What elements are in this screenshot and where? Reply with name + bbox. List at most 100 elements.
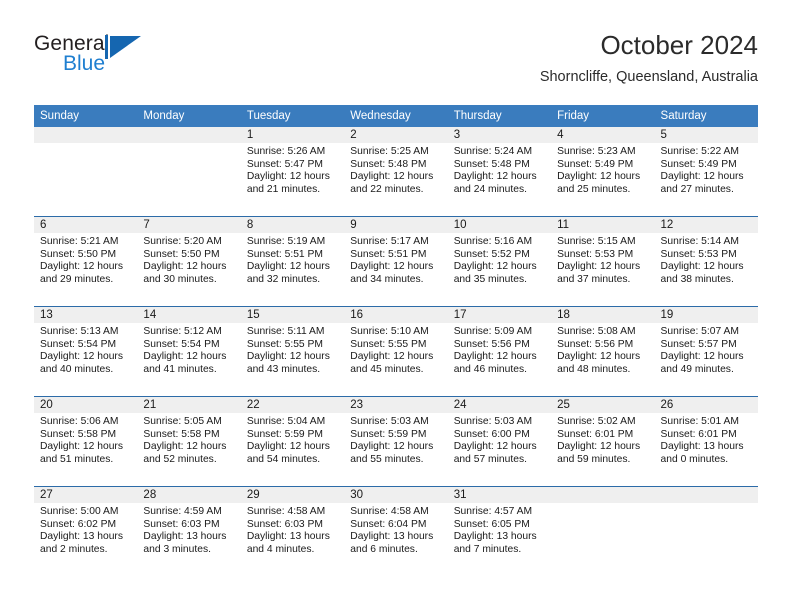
calendar-day-cell[interactable]: 30 Sunrise: 4:58 AM Sunset: 6:04 PM Dayligh…	[344, 486, 448, 576]
calendar-day-cell[interactable]: 27 Sunrise: 5:00 AM Sunset: 6:02 PM Dayligh…	[34, 486, 138, 576]
day-number: 16	[344, 307, 448, 323]
day-details: Sunrise: 5:24 AM Sunset: 5:48 PM Daylight:…	[448, 143, 551, 196]
calendar-day-cell[interactable]: 18 Sunrise: 5:08 AM Sunset: 5:56 PM Dayligh…	[551, 306, 655, 397]
day-details	[551, 503, 654, 506]
day-details: Sunrise: 5:01 AM Sunset: 6:01 PM Daylight:…	[655, 413, 758, 466]
daylight-duration-line2: and 55 minutes.	[350, 453, 424, 465]
sunrise-time: Sunrise: 5:00 AM	[40, 506, 119, 517]
calendar-day-cell[interactable]: 10 Sunrise: 5:16 AM Sunset: 5:52 PM Dayligh…	[447, 216, 552, 307]
day-details: Sunrise: 4:57 AM Sunset: 6:05 PM Daylight:…	[448, 503, 551, 556]
day-number: 17	[447, 307, 552, 323]
day-number: 1	[240, 127, 345, 143]
sunrise-time: Sunrise: 5:04 AM	[246, 416, 326, 427]
daylight-duration-line1: Daylight: 12 hours	[246, 171, 330, 183]
calendar-day-cell[interactable]: 20 Sunrise: 5:06 AM Sunset: 5:58 PM Dayligh…	[34, 396, 138, 487]
calendar-day-cell[interactable]: 6 Sunrise: 5:21 AM Sunset: 5:50 PM Daylight…	[34, 216, 138, 307]
sunset-time: Sunset: 5:55 PM	[350, 338, 427, 350]
calendar-day-cell[interactable]: 26 Sunrise: 5:01 AM Sunset: 6:01 PM Dayligh…	[654, 396, 758, 487]
calendar-week-row: 20 Sunrise: 5:06 AM Sunset: 5:58 PM Dayligh…	[34, 396, 758, 487]
calendar-day-cell[interactable]: 25 Sunrise: 5:02 AM Sunset: 6:01 PM Dayligh…	[551, 396, 655, 487]
day-number	[654, 487, 758, 503]
calendar-day-cell[interactable]: 29 Sunrise: 4:58 AM Sunset: 6:03 PM Dayligh…	[240, 486, 345, 576]
weekday-header-friday: Friday	[551, 105, 655, 127]
daylight-duration-line2: and 37 minutes.	[557, 273, 631, 285]
calendar-day-cell[interactable]: 31 Sunrise: 4:57 AM Sunset: 6:05 PM Dayligh…	[447, 486, 552, 576]
sunrise-time: Sunrise: 5:07 AM	[660, 326, 739, 337]
day-details: Sunrise: 4:59 AM Sunset: 6:03 PM Daylight:…	[137, 503, 240, 556]
daylight-duration-line2: and 40 minutes.	[40, 363, 114, 375]
logo-triangle-shape	[110, 36, 141, 58]
sunrise-time: Sunrise: 5:03 AM	[350, 416, 429, 427]
sunrise-time: Sunrise: 5:15 AM	[557, 236, 636, 247]
day-number: 12	[654, 217, 758, 233]
weekday-header-saturday: Saturday	[654, 105, 758, 127]
daylight-duration-line2: and 29 minutes.	[40, 273, 114, 285]
day-number: 7	[137, 217, 241, 233]
calendar-day-cell[interactable]: 5 Sunrise: 5:22 AM Sunset: 5:49 PM Daylight…	[654, 127, 758, 217]
daylight-duration-line1: Daylight: 12 hours	[660, 351, 744, 363]
sunset-time: Sunset: 6:03 PM	[143, 518, 220, 530]
day-number	[34, 127, 138, 143]
day-number: 15	[240, 307, 345, 323]
sunset-time: Sunset: 5:50 PM	[40, 248, 117, 260]
calendar-day-cell[interactable]: 23 Sunrise: 5:03 AM Sunset: 5:59 PM Dayligh…	[344, 396, 448, 487]
calendar-day-cell[interactable]: 2 Sunrise: 5:25 AM Sunset: 5:48 PM Daylight…	[344, 127, 448, 217]
calendar-day-cell[interactable]: 17 Sunrise: 5:09 AM Sunset: 5:56 PM Dayligh…	[447, 306, 552, 397]
calendar-day-cell[interactable]: 19 Sunrise: 5:07 AM Sunset: 5:57 PM Dayligh…	[654, 306, 758, 397]
sunset-time: Sunset: 5:58 PM	[40, 428, 117, 440]
calendar-day-cell[interactable]: 1 Sunrise: 5:26 AM Sunset: 5:47 PM Daylight…	[240, 127, 345, 217]
day-number: 20	[34, 397, 138, 413]
calendar-day-cell[interactable]: 9 Sunrise: 5:17 AM Sunset: 5:51 PM Daylight…	[344, 216, 448, 307]
calendar-day-cell[interactable]: 3 Sunrise: 5:24 AM Sunset: 5:48 PM Daylight…	[447, 127, 552, 217]
calendar-day-cell[interactable]: 4 Sunrise: 5:23 AM Sunset: 5:49 PM Daylight…	[551, 127, 655, 217]
day-number: 26	[654, 397, 758, 413]
day-details: Sunrise: 5:07 AM Sunset: 5:57 PM Daylight:…	[655, 323, 758, 376]
sunrise-time: Sunrise: 5:25 AM	[350, 146, 429, 157]
daylight-duration-line1: Daylight: 13 hours	[246, 531, 330, 543]
calendar-day-cell[interactable]: 12 Sunrise: 5:14 AM Sunset: 5:53 PM Dayligh…	[654, 216, 758, 307]
calendar-day-cell[interactable]: 15 Sunrise: 5:11 AM Sunset: 5:55 PM Dayligh…	[240, 306, 345, 397]
sunrise-time: Sunrise: 5:11 AM	[246, 326, 325, 337]
daylight-duration-line1: Daylight: 13 hours	[40, 531, 123, 543]
calendar-day-cell[interactable]: 8 Sunrise: 5:19 AM Sunset: 5:51 PM Daylight…	[240, 216, 345, 307]
sunrise-time: Sunrise: 5:08 AM	[557, 326, 636, 337]
daylight-duration-line2: and 7 minutes.	[453, 543, 522, 555]
day-details: Sunrise: 5:02 AM Sunset: 6:01 PM Daylight:…	[551, 413, 654, 466]
sunset-time: Sunset: 5:59 PM	[246, 428, 323, 440]
sunset-time: Sunset: 5:58 PM	[143, 428, 220, 440]
day-number: 30	[344, 487, 448, 503]
calendar-day-cell[interactable]: 21 Sunrise: 5:05 AM Sunset: 5:58 PM Dayligh…	[137, 396, 241, 487]
day-details: Sunrise: 5:19 AM Sunset: 5:51 PM Daylight:…	[241, 233, 344, 286]
sunrise-time: Sunrise: 5:22 AM	[660, 146, 739, 157]
calendar-day-cell[interactable]: 22 Sunrise: 5:04 AM Sunset: 5:59 PM Dayligh…	[240, 396, 345, 487]
day-details: Sunrise: 5:08 AM Sunset: 5:56 PM Daylight:…	[551, 323, 654, 376]
sunrise-time: Sunrise: 5:16 AM	[453, 236, 533, 247]
calendar-day-cell-empty	[137, 127, 241, 217]
calendar-day-cell-empty	[551, 486, 655, 576]
day-details: Sunrise: 5:22 AM Sunset: 5:49 PM Daylight:…	[655, 143, 758, 196]
day-number: 19	[654, 307, 758, 323]
logo-text-blue: Blue	[63, 52, 106, 75]
page-header: General Blue October 2024 Shorncliffe, Q…	[34, 30, 758, 92]
calendar-day-cell[interactable]: 14 Sunrise: 5:12 AM Sunset: 5:54 PM Dayligh…	[137, 306, 241, 397]
calendar-day-cell[interactable]: 28 Sunrise: 4:59 AM Sunset: 6:03 PM Dayligh…	[137, 486, 241, 576]
day-number: 14	[137, 307, 241, 323]
day-number: 31	[447, 487, 552, 503]
sunset-time: Sunset: 5:53 PM	[557, 248, 634, 260]
sunrise-time: Sunrise: 5:02 AM	[557, 416, 636, 427]
day-details: Sunrise: 5:16 AM Sunset: 5:52 PM Daylight:…	[448, 233, 551, 286]
day-number: 6	[34, 217, 138, 233]
calendar-day-cell[interactable]: 7 Sunrise: 5:20 AM Sunset: 5:50 PM Daylight…	[137, 216, 241, 307]
general-blue-logo[interactable]: General Blue	[34, 32, 214, 88]
sunset-time: Sunset: 5:51 PM	[246, 248, 323, 260]
calendar-day-cell[interactable]: 16 Sunrise: 5:10 AM Sunset: 5:55 PM Dayligh…	[344, 306, 448, 397]
sunrise-time: Sunrise: 4:59 AM	[143, 506, 222, 517]
daylight-duration-line2: and 6 minutes.	[350, 543, 418, 555]
calendar-day-cell[interactable]: 24 Sunrise: 5:03 AM Sunset: 6:00 PM Dayligh…	[447, 396, 552, 487]
calendar-day-cell[interactable]: 13 Sunrise: 5:13 AM Sunset: 5:54 PM Dayligh…	[34, 306, 138, 397]
calendar-body: 1 Sunrise: 5:26 AM Sunset: 5:47 PM Daylight…	[34, 127, 758, 576]
calendar-day-cell[interactable]: 11 Sunrise: 5:15 AM Sunset: 5:53 PM Dayligh…	[551, 216, 655, 307]
weekday-header-tuesday: Tuesday	[240, 105, 345, 127]
day-details: Sunrise: 5:17 AM Sunset: 5:51 PM Daylight:…	[344, 233, 447, 286]
sunrise-time: Sunrise: 5:24 AM	[453, 146, 533, 157]
